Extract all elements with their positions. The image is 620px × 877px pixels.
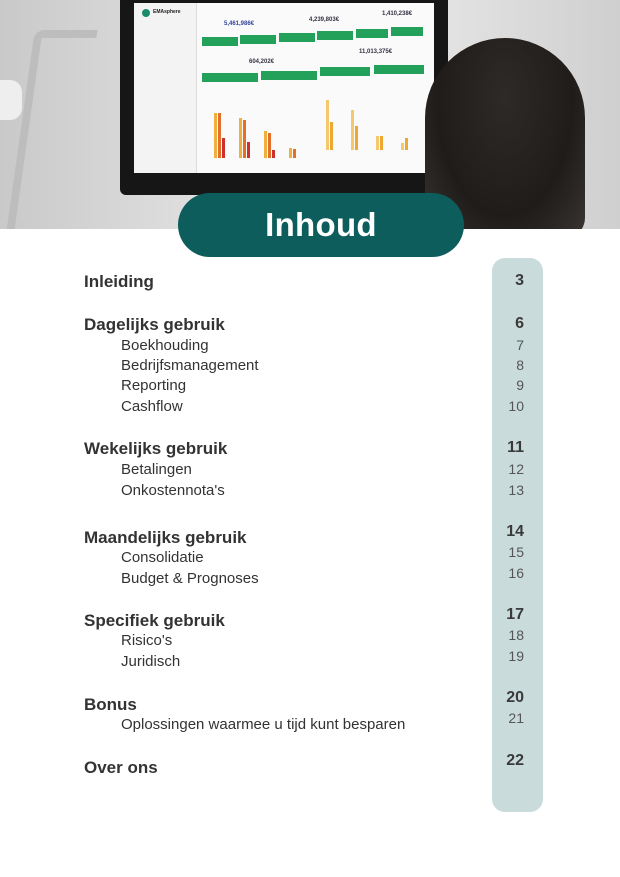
toc-entry[interactable]: Betalingen 12 xyxy=(84,461,524,481)
toc-entry[interactable]: Risico's 18 xyxy=(84,627,524,652)
toc-entry[interactable]: Cashflow 10 xyxy=(84,398,524,418)
toc-entry-page: 14 xyxy=(506,523,524,540)
toc-entry-title: Onkostennota's xyxy=(121,482,225,499)
toc-entry-title: Maandelijks gebruik xyxy=(84,528,247,547)
toc-entry-page: 12 xyxy=(508,461,524,477)
toc-entry-page: 3 xyxy=(515,272,524,289)
toc-entry-title: Boekhouding xyxy=(121,337,209,354)
toc-entry[interactable]: Dagelijks gebruik 6 xyxy=(84,315,524,335)
kpi: 11,013,375€ xyxy=(359,49,393,55)
kpi: 604,202€ xyxy=(249,59,275,65)
toc-entry[interactable]: Bonus 20 xyxy=(84,689,524,715)
toc-entry-page: 22 xyxy=(506,752,524,769)
app-name: EMAsphere xyxy=(153,9,181,15)
toc-entry-title: Dagelijks gebruik xyxy=(84,315,225,334)
toc-entry-page: 7 xyxy=(516,337,524,353)
bar-chart-thumbnail xyxy=(316,95,426,150)
toc-entry-title: Wekelijks gebruik xyxy=(84,439,228,458)
toc-entry-title: Specifiek gebruik xyxy=(84,611,225,630)
toc-entry[interactable]: Onkostennota's 13 xyxy=(84,482,524,502)
toc-entry-page: 18 xyxy=(508,627,524,643)
toc-entry-page: 15 xyxy=(508,544,524,560)
toc-entry-page: 21 xyxy=(508,710,524,726)
toc-entry-title: Oplossingen waarmee u tijd kunt besparen xyxy=(121,716,406,733)
toc-entry-page: 10 xyxy=(508,398,524,414)
lamp xyxy=(5,30,98,229)
toc-entry[interactable]: Reporting 9 xyxy=(84,377,524,397)
toc-entry-page: 11 xyxy=(507,439,524,456)
toc-entry-page: 19 xyxy=(508,648,524,664)
dashboard-screen: EMAsphere 5,461,986€ 4,239,803€ 1,410,23… xyxy=(134,3,434,173)
toc-entry[interactable]: Wekelijks gebruik 11 xyxy=(84,439,524,459)
page-title: Inhoud xyxy=(178,193,464,257)
monitor: EMAsphere 5,461,986€ 4,239,803€ 1,410,23… xyxy=(120,0,448,195)
toc-entry-title: Cashflow xyxy=(121,398,183,415)
toc-entry-page: 8 xyxy=(516,357,524,373)
toc-entry-title: Budget & Prognoses xyxy=(121,570,259,587)
toc-entry-page: 17 xyxy=(506,606,524,623)
toc-entry[interactable]: Boekhouding 7 xyxy=(84,337,524,357)
toc-entry[interactable]: Inleiding 3 xyxy=(84,272,524,292)
toc-entry-page: 6 xyxy=(515,315,524,332)
toc-entry-page: 9 xyxy=(516,377,524,393)
toc-entry[interactable]: Specifiek gebruik 17 xyxy=(84,606,524,631)
app-sidebar: EMAsphere xyxy=(134,3,197,173)
toc-entry[interactable]: Consolidatie 15 xyxy=(84,544,524,569)
toc-entry-page: 20 xyxy=(506,689,524,706)
toc-entry-title: Betalingen xyxy=(121,461,192,478)
toc-entry[interactable]: Maandelijks gebruik 14 xyxy=(84,523,524,548)
toc-entry-title: Bedrijfsmanagement xyxy=(121,357,259,374)
toc-entry[interactable]: Over ons 22 xyxy=(84,752,524,778)
toc-entry[interactable]: Juridisch 19 xyxy=(84,648,524,673)
toc-entry[interactable]: Oplossingen waarmee u tijd kunt besparen… xyxy=(84,710,524,736)
toc-entry-title: Reporting xyxy=(121,377,187,394)
toc-entry-title: Juridisch xyxy=(121,653,181,670)
bar-chart-thumbnail xyxy=(204,98,309,158)
kpi: 1,410,238€ xyxy=(382,11,413,17)
kpi: 4,239,803€ xyxy=(309,17,340,23)
toc-entry-title: Inleiding xyxy=(84,272,154,291)
toc-entry-title: Over ons xyxy=(84,758,158,777)
toc-entry-title: Consolidatie xyxy=(121,549,204,566)
toc-entry[interactable]: Budget & Prognoses 16 xyxy=(84,565,524,590)
toc-entry[interactable]: Bedrijfsmanagement 8 xyxy=(84,357,524,377)
app-logo-icon xyxy=(142,9,150,17)
toc-entry-page: 13 xyxy=(508,482,524,498)
kpi: 5,461,986€ xyxy=(224,21,255,27)
toc-entry-title: Risico's xyxy=(121,632,173,649)
toc-entry-page: 16 xyxy=(508,565,524,581)
toc-entry-title: Bonus xyxy=(84,695,137,714)
